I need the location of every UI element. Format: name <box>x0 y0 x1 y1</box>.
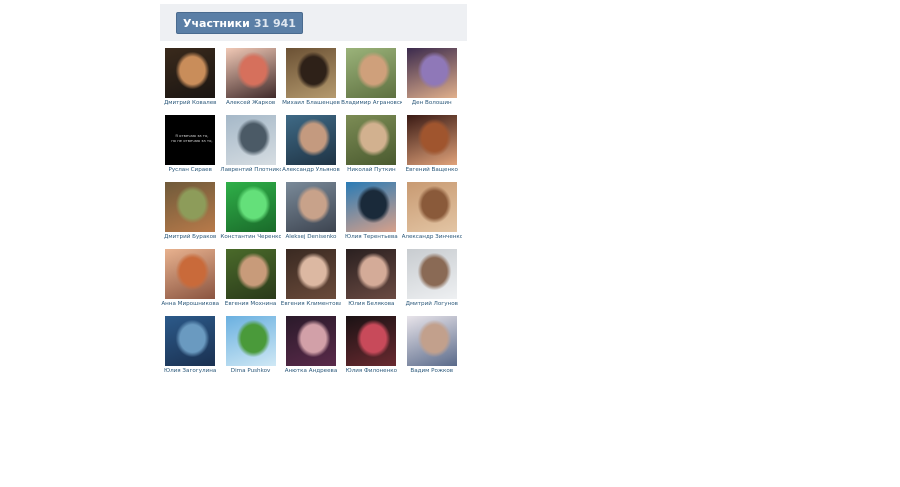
member-name-link[interactable]: Руслан Сираев <box>160 167 220 174</box>
member-name-link[interactable]: Михаил Блашенцев <box>281 100 341 107</box>
members-header: Участники 31 941 <box>160 4 467 41</box>
member-item[interactable]: Дмитрий Логунов <box>402 249 462 316</box>
member-item[interactable]: Анютка Андреева <box>281 316 341 383</box>
member-avatar[interactable]: Я отвечаю за то, но не отвечаю за то, <box>165 115 216 165</box>
member-item[interactable]: Юлия Загогулина <box>160 316 220 383</box>
member-name-link[interactable]: Лаврентий Плотников <box>220 167 280 174</box>
member-avatar[interactable] <box>225 182 276 232</box>
member-name-link[interactable]: Aleksej Denisenko <box>281 234 341 241</box>
member-name-link[interactable]: Анна Мирошникова <box>160 301 220 308</box>
member-avatar[interactable] <box>165 182 216 232</box>
member-name-link[interactable]: Анютка Андреева <box>281 368 341 375</box>
member-item[interactable]: Константин Черенков <box>220 182 281 249</box>
member-name-link[interactable]: Юлия Загогулина <box>160 368 220 375</box>
member-item[interactable]: Евгений Ващенко <box>402 115 462 182</box>
member-item[interactable]: Лаврентий Плотников <box>220 115 281 182</box>
members-grid: Дмитрий Ковалев Алексей Жарков Михаил Блаш… <box>160 48 467 383</box>
member-name-link[interactable]: Дмитрий Бураков <box>160 234 220 241</box>
member-avatar[interactable] <box>225 316 276 366</box>
member-item[interactable]: Анна Мирошникова <box>160 249 220 316</box>
member-name-link[interactable]: Александр Ульянов <box>281 167 341 174</box>
member-item[interactable]: Aleksej Denisenko <box>281 182 341 249</box>
member-item[interactable]: Александр Зинченко <box>402 182 462 249</box>
member-avatar[interactable] <box>285 48 336 98</box>
member-avatar[interactable] <box>406 182 457 232</box>
member-name-link[interactable]: Ден Волошин <box>402 100 462 107</box>
member-avatar[interactable] <box>285 249 336 299</box>
member-name-link[interactable]: Евгения Климентова <box>281 301 341 308</box>
members-title: Участники <box>183 17 250 30</box>
member-avatar[interactable] <box>225 115 276 165</box>
member-avatar[interactable] <box>406 48 457 98</box>
member-item[interactable]: Ден Волошин <box>402 48 462 115</box>
member-item[interactable]: Dima Pushkov <box>220 316 280 383</box>
member-item[interactable]: Алексей Жарков <box>220 48 280 115</box>
member-name-link[interactable]: Дмитрий Ковалев <box>160 100 220 107</box>
member-avatar[interactable] <box>406 316 457 366</box>
member-item[interactable]: Дмитрий Ковалев <box>160 48 220 115</box>
member-avatar[interactable] <box>285 182 336 232</box>
members-count-button[interactable]: Участники 31 941 <box>176 12 303 34</box>
member-item[interactable]: Александр Ульянов <box>281 115 341 182</box>
member-name-link[interactable]: Евгения Мохнина <box>220 301 280 308</box>
member-item[interactable]: Дмитрий Бураков <box>160 182 220 249</box>
member-name-link[interactable]: Александр Зинченко <box>402 234 462 241</box>
member-avatar[interactable] <box>165 48 216 98</box>
member-item[interactable]: Николай Путкин <box>341 115 401 182</box>
member-name-link[interactable]: Вадим Рожков <box>402 368 462 375</box>
members-widget: Участники 31 941 Дмитрий Ковалев Алексей Ж… <box>160 4 467 374</box>
member-avatar[interactable] <box>225 249 276 299</box>
member-avatar[interactable] <box>346 48 397 98</box>
member-name-link[interactable]: Дмитрий Логунов <box>402 301 462 308</box>
avatar-caption: Я отвечаю за то, но не отвечаю за то, <box>171 133 213 143</box>
member-avatar[interactable] <box>406 115 457 165</box>
member-name-link[interactable]: Алексей Жарков <box>220 100 280 107</box>
member-name-link[interactable]: Константин Черенков <box>220 234 280 241</box>
member-item[interactable]: Вадим Рожков <box>402 316 462 383</box>
member-name-link[interactable]: Юлия Терентьева <box>341 234 401 241</box>
member-avatar[interactable] <box>225 48 276 98</box>
member-name-link[interactable]: Николай Путкин <box>341 167 401 174</box>
member-name-link[interactable]: Евгений Ващенко <box>402 167 462 174</box>
member-avatar[interactable] <box>406 249 457 299</box>
member-name-link[interactable]: Dima Pushkov <box>220 368 280 375</box>
member-item[interactable]: Михаил Блашенцев <box>281 48 341 115</box>
member-item[interactable]: Евгения Климентова <box>281 249 341 316</box>
member-avatar[interactable] <box>165 316 216 366</box>
member-avatar[interactable] <box>346 249 397 299</box>
members-count: 31 941 <box>253 17 296 30</box>
member-avatar[interactable] <box>346 182 397 232</box>
member-avatar[interactable] <box>285 316 336 366</box>
member-item[interactable]: Юлия Филоненко <box>341 316 401 383</box>
member-item[interactable]: Владимир Аграновский <box>341 48 402 115</box>
member-avatar[interactable] <box>346 316 397 366</box>
member-name-link[interactable]: Владимир Аграновский <box>341 100 401 107</box>
member-avatar[interactable] <box>165 249 216 299</box>
member-avatar[interactable] <box>346 115 397 165</box>
member-item[interactable]: Я отвечаю за то, но не отвечаю за то, Рус… <box>160 115 220 182</box>
member-item[interactable]: Евгения Мохнина <box>220 249 280 316</box>
member-avatar[interactable] <box>285 115 336 165</box>
member-item[interactable]: Юлия Терентьева <box>341 182 401 249</box>
member-item[interactable]: Юлия Белякова <box>341 249 401 316</box>
member-name-link[interactable]: Юлия Филоненко <box>341 368 401 375</box>
member-name-link[interactable]: Юлия Белякова <box>341 301 401 308</box>
